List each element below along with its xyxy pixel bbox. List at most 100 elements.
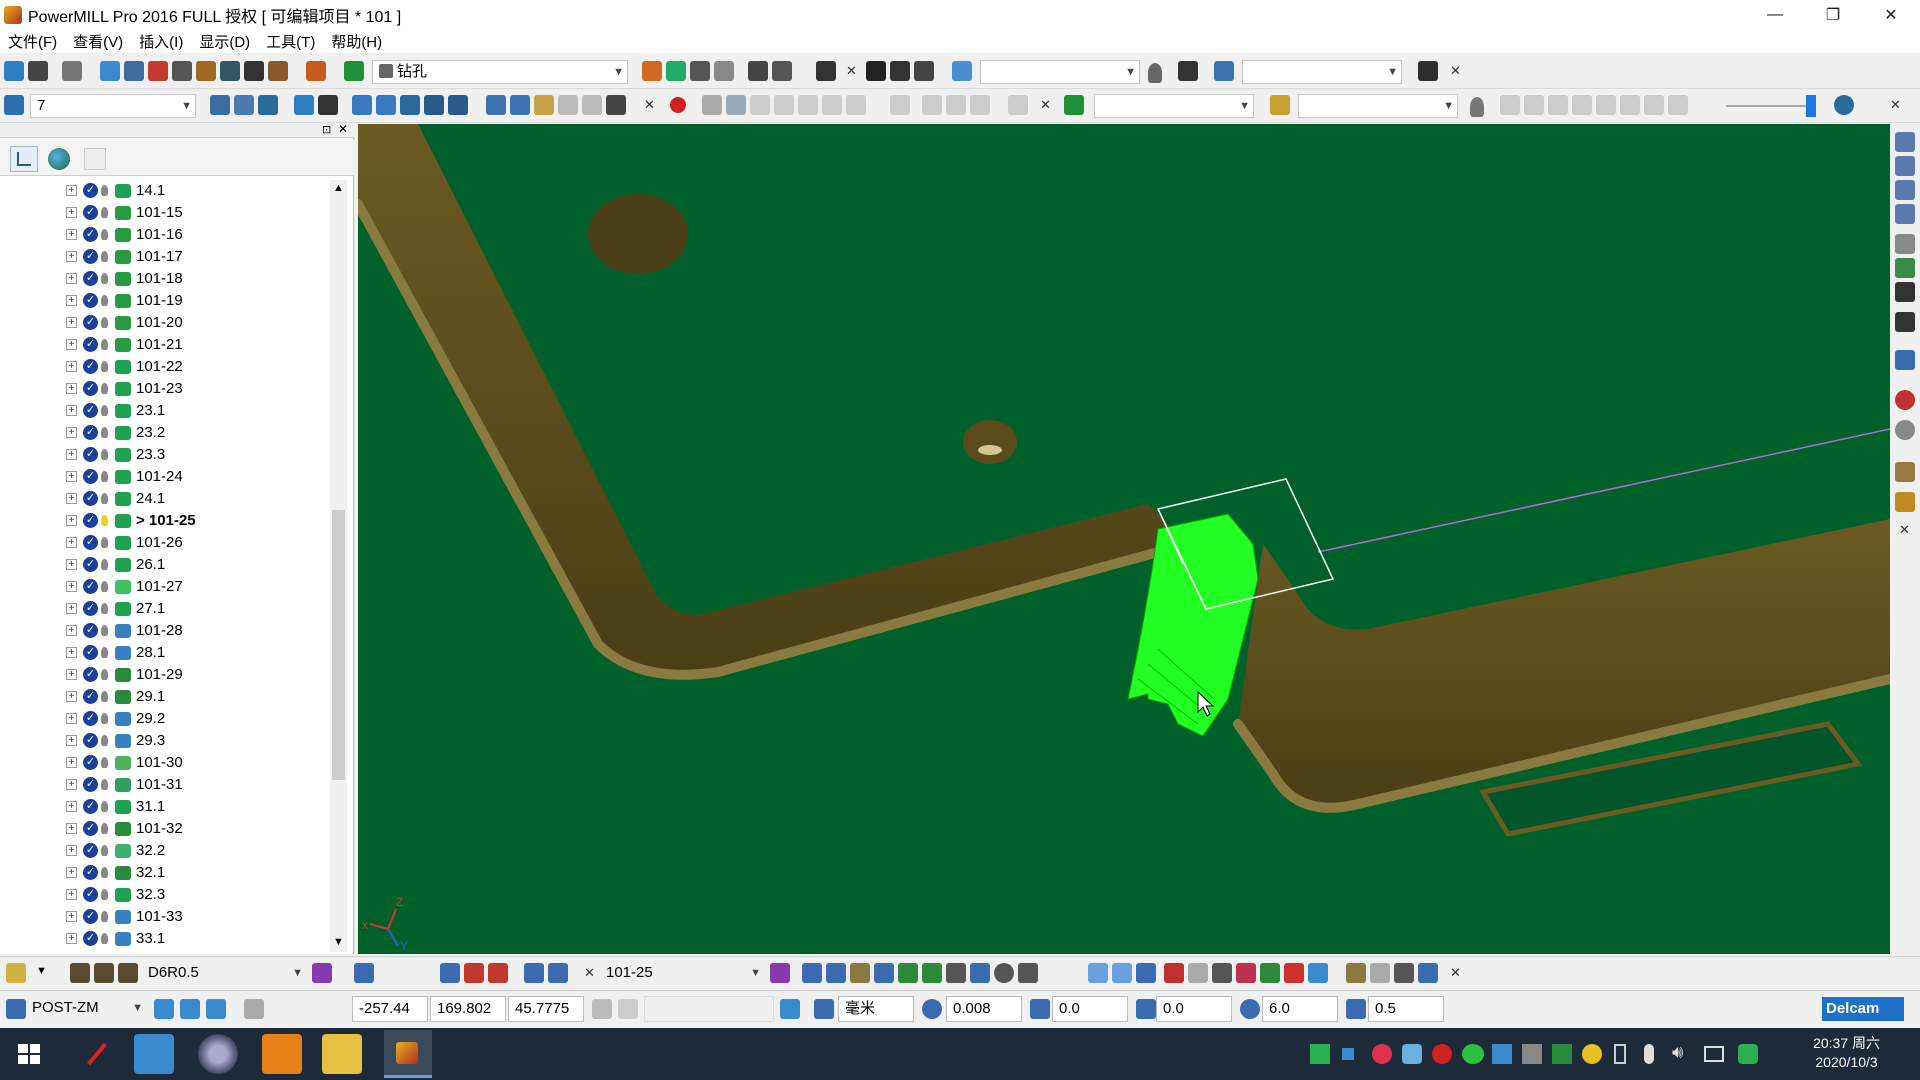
expand-icon[interactable]: + — [66, 185, 77, 196]
expand-icon[interactable]: + — [66, 339, 77, 350]
tree-row[interactable]: + ✓ 29.2 — [0, 708, 330, 730]
disk-icon[interactable] — [970, 95, 990, 115]
drill-strategy-icon[interactable] — [344, 61, 364, 81]
rapid-move-icon[interactable] — [124, 61, 144, 81]
curve-icon[interactable] — [424, 95, 444, 115]
tool-database-icon[interactable] — [6, 963, 26, 983]
tree-view-tab[interactable] — [10, 146, 38, 172]
grid-icon[interactable] — [244, 999, 264, 1019]
bulb-icon[interactable] — [101, 537, 108, 548]
trim-icon[interactable] — [772, 61, 792, 81]
wizard-icon[interactable] — [1418, 61, 1438, 81]
tree-row[interactable]: + ✓ 23.3 — [0, 444, 330, 466]
check-icon[interactable]: ✓ — [83, 359, 98, 374]
tree-row[interactable]: + ✓ 101-22 — [0, 356, 330, 378]
check-icon[interactable]: ✓ — [83, 799, 98, 814]
scrollbar-thumb[interactable] — [332, 510, 345, 780]
tool-wizard-icon[interactable] — [1418, 963, 1438, 983]
menu-help[interactable]: 帮助(H) — [323, 31, 390, 52]
coord-x-field[interactable]: -257.44 — [352, 996, 428, 1022]
link-icon[interactable] — [1188, 963, 1208, 983]
menu-display[interactable]: 显示(D) — [191, 31, 258, 52]
expand-icon[interactable]: + — [66, 933, 77, 944]
workplane-combo[interactable]: 7 ▼ — [30, 94, 196, 118]
expand-icon[interactable]: + — [66, 889, 77, 900]
tree-row[interactable]: + ✓ 101-17 — [0, 246, 330, 268]
start-point-icon[interactable] — [220, 61, 240, 81]
check-icon[interactable]: ✓ — [83, 777, 98, 792]
machine-tool-icon[interactable] — [1064, 95, 1084, 115]
snap-icon[interactable] — [618, 999, 638, 1019]
post-combo[interactable]: POST-ZM ▼ — [26, 997, 146, 1021]
expand-icon[interactable]: + — [66, 867, 77, 878]
close-icon[interactable]: ✕ — [1040, 97, 1051, 113]
chevron-down-icon[interactable]: ▼ — [1125, 61, 1136, 83]
tray-app-icon[interactable] — [1342, 1048, 1354, 1060]
merge-icon[interactable] — [898, 963, 918, 983]
view-iso3-icon[interactable] — [1895, 180, 1915, 200]
reorder-icon[interactable] — [826, 963, 846, 983]
chevron-down-icon[interactable]: ▼ — [36, 965, 47, 977]
bulb-icon[interactable] — [101, 405, 108, 416]
check-icon[interactable]: ✓ — [83, 579, 98, 594]
check-icon[interactable]: ✓ — [83, 315, 98, 330]
bulb-icon[interactable] — [101, 625, 108, 636]
scroll-down-icon[interactable]: ▼ — [333, 936, 344, 948]
taskbar-clock[interactable]: 20:37 周六 2020/10/3 — [1813, 1034, 1880, 1072]
expand-icon[interactable]: + — [66, 361, 77, 372]
tree-row[interactable]: + ✓ 101-28 — [0, 620, 330, 642]
workplane-align-icon[interactable] — [154, 999, 174, 1019]
tree-row[interactable]: + ✓ 29.1 — [0, 686, 330, 708]
tree-row[interactable]: + ✓ 101-19 — [0, 290, 330, 312]
bulb-icon[interactable] — [101, 801, 108, 812]
bulb-icon[interactable] — [101, 515, 108, 526]
chevron-down-icon[interactable]: ▼ — [1239, 95, 1250, 117]
toolbar-combo-empty-1[interactable]: ▼ — [980, 60, 1140, 84]
bulb-icon[interactable] — [101, 185, 108, 196]
expand-icon[interactable]: + — [66, 691, 77, 702]
transform-toolpath-icon[interactable] — [802, 963, 822, 983]
leads-links-icon[interactable] — [196, 61, 216, 81]
expand-icon[interactable]: + — [66, 273, 77, 284]
toolbar-combo-empty-2[interactable]: ▼ — [1242, 60, 1402, 84]
bulb-icon[interactable] — [101, 361, 108, 372]
check-icon[interactable]: ✓ — [83, 557, 98, 572]
tolerance-icon[interactable] — [922, 999, 942, 1019]
bulb-icon[interactable] — [101, 449, 108, 460]
tool-holder-icon[interactable] — [312, 963, 332, 983]
zoom-fit-icon[interactable] — [1895, 282, 1915, 302]
tree-row[interactable]: + ✓ 101-27 — [0, 576, 330, 598]
expand-icon[interactable]: + — [66, 647, 77, 658]
toolpath-cut-icon[interactable] — [548, 963, 568, 983]
simulation-icon[interactable] — [866, 61, 886, 81]
expand-icon[interactable]: + — [66, 801, 77, 812]
menu-insert[interactable]: 插入(I) — [131, 31, 191, 52]
green-tool-icon[interactable] — [1260, 963, 1280, 983]
expand-icon[interactable]: + — [66, 405, 77, 416]
taskbar-red-pen-icon[interactable] — [74, 1034, 114, 1074]
bulb-icon[interactable] — [101, 251, 108, 262]
expand-icon[interactable]: + — [66, 229, 77, 240]
feed-rate-icon[interactable] — [172, 61, 192, 81]
zoom-icon[interactable] — [1895, 234, 1915, 254]
expand-icon[interactable]: + — [66, 757, 77, 768]
tree-row[interactable]: + ✓ 101-15 — [0, 202, 330, 224]
check-icon[interactable]: ✓ — [83, 601, 98, 616]
bulb-icon[interactable] — [101, 229, 108, 240]
minimize-button[interactable]: — — [1746, 0, 1804, 29]
bulb-icon[interactable] — [101, 867, 108, 878]
expand-icon[interactable]: + — [66, 779, 77, 790]
chevron-down-icon[interactable]: ▼ — [132, 997, 143, 1019]
tree-row[interactable]: + ✓ 101-20 — [0, 312, 330, 334]
volume-icon[interactable]: 🔊︎ — [1672, 1042, 1683, 1063]
tool-icon[interactable] — [148, 61, 168, 81]
close-icon[interactable]: ✕ — [644, 97, 655, 113]
open-project-icon[interactable] — [4, 61, 24, 81]
color-sphere-icon[interactable] — [1895, 390, 1915, 410]
check-icon[interactable]: ✓ — [83, 403, 98, 418]
units-icon[interactable] — [814, 999, 834, 1019]
expand-icon[interactable]: + — [66, 735, 77, 746]
check-icon[interactable]: ✓ — [83, 183, 98, 198]
bulb-icon[interactable] — [101, 317, 108, 328]
bulb-icon[interactable] — [1148, 63, 1162, 83]
